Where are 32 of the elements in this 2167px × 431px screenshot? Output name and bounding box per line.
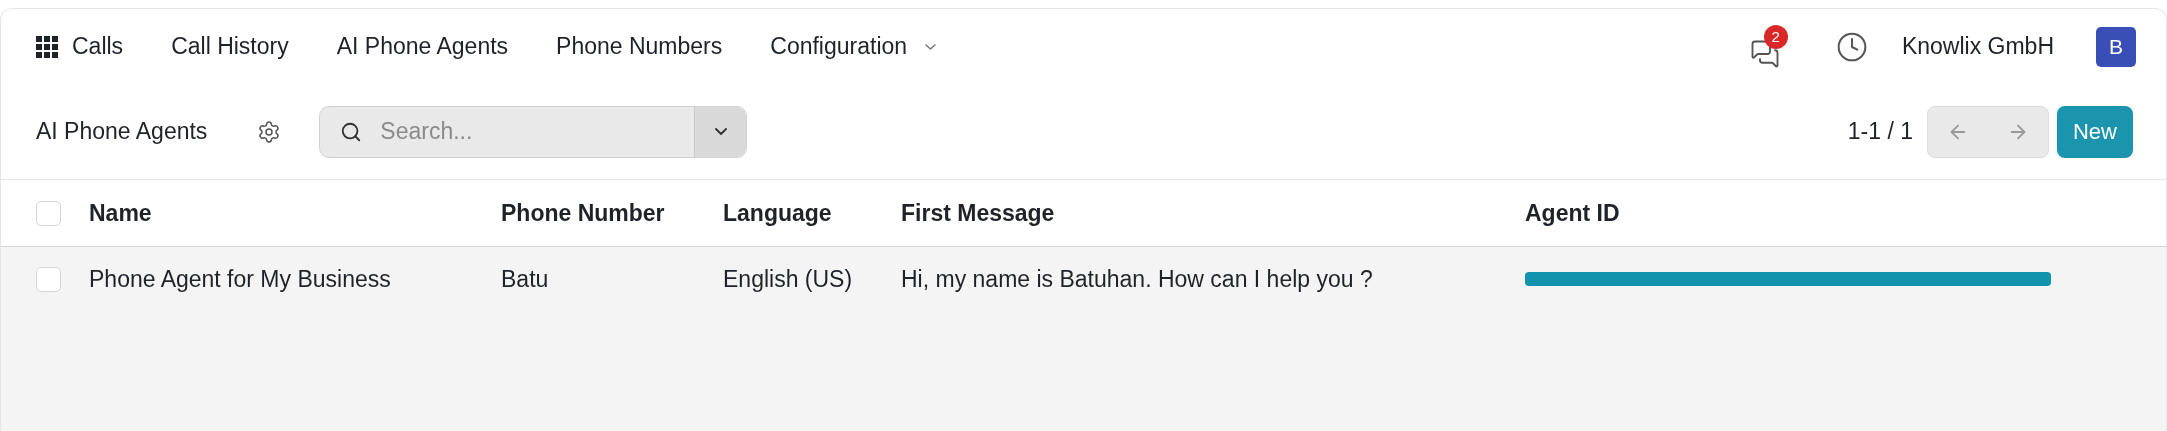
company-name[interactable]: Knowlix GmbH <box>1901 29 2054 64</box>
apps-menu-button[interactable]: Calls <box>36 29 124 64</box>
column-header[interactable]: Phone Number <box>501 199 665 226</box>
messages-button[interactable]: 2 <box>1749 24 1788 69</box>
clock-icon[interactable] <box>1835 30 1868 63</box>
search-icon <box>340 120 363 143</box>
nav-link[interactable]: AI Phone Agents <box>336 29 509 64</box>
table-cell: English (US) <box>723 265 853 292</box>
search-bar[interactable]: Search... <box>319 105 748 158</box>
pager-value: 1-1 / 1 <box>1847 117 1913 147</box>
table-cell: Batu <box>501 265 549 292</box>
settings-icon[interactable] <box>257 119 282 144</box>
chevron-down-icon <box>925 43 937 50</box>
nav-menu[interactable]: Configuration <box>770 29 937 64</box>
search-options-button[interactable] <box>694 106 747 157</box>
grid-icon <box>36 35 58 58</box>
notification-badge: 2 <box>1763 24 1788 49</box>
row-checkbox[interactable] <box>36 266 61 292</box>
column-header[interactable]: Agent ID <box>1525 199 1620 226</box>
table-cell: Phone Agent for My Business <box>89 265 391 292</box>
chevron-down-icon <box>714 128 727 135</box>
column-header[interactable]: Language <box>723 199 832 226</box>
user-avatar[interactable]: B <box>2096 26 2136 67</box>
column-header[interactable]: Name <box>89 199 152 226</box>
nav-link[interactable]: Call History <box>171 29 289 64</box>
table-cell: Hi, my name is Batuhan. How can I help you ? <box>901 265 1373 292</box>
nav-link[interactable]: Phone Numbers <box>556 29 723 64</box>
column-header[interactable]: First Message <box>901 199 1055 226</box>
page-title: AI Phone Agents <box>36 117 208 147</box>
search-field[interactable]: Search... <box>380 114 695 149</box>
new-button[interactable]: New <box>2057 105 2133 158</box>
row-checkbox[interactable] <box>36 200 61 226</box>
